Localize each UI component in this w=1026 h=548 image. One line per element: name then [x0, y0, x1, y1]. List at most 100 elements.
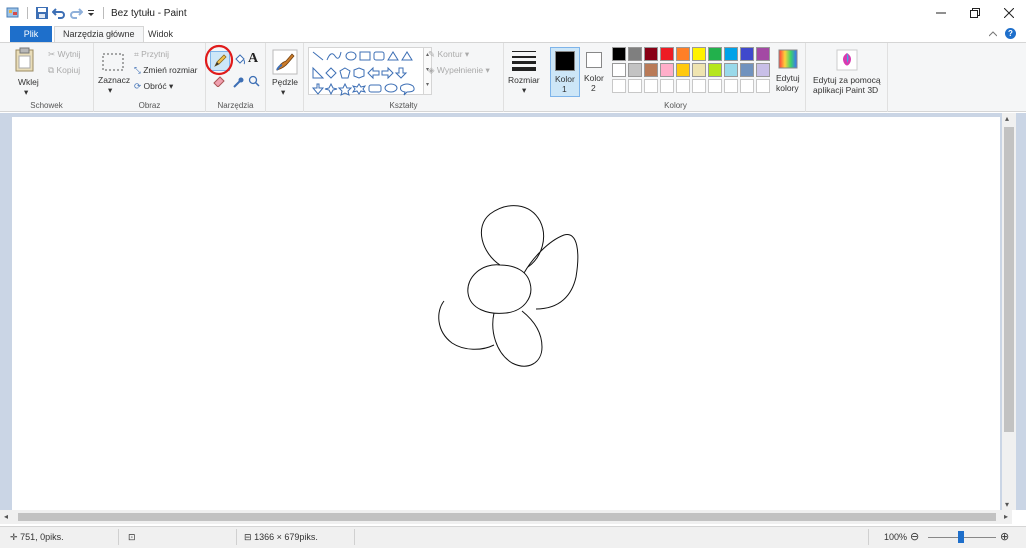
save-icon[interactable]: [35, 6, 49, 20]
custom-color-slot[interactable]: [660, 79, 674, 93]
select-icon: [102, 53, 124, 73]
custom-color-slot[interactable]: [756, 79, 770, 93]
vertical-scroll-thumb[interactable]: [1004, 127, 1014, 432]
tab-view[interactable]: Widok: [140, 26, 181, 42]
palette-swatch[interactable]: [628, 63, 642, 77]
group-colors: Kolor 1 Kolor 2 Edytuj kolory Kolory: [546, 43, 806, 112]
palette-swatch[interactable]: [724, 47, 738, 61]
paint3d-button[interactable]: [836, 49, 858, 73]
fill-button[interactable]: ◈ Wypełnienie ▾: [428, 65, 490, 76]
outline-button[interactable]: ✎ Kontur ▾: [428, 49, 469, 60]
custom-color-slot[interactable]: [612, 79, 626, 93]
scroll-up-icon[interactable]: ▴: [1005, 114, 1009, 123]
custom-color-slot[interactable]: [724, 79, 738, 93]
customize-qat-icon[interactable]: [86, 6, 96, 20]
crop-icon: ⌗: [134, 49, 139, 59]
palette-swatch[interactable]: [660, 47, 674, 61]
tools-group-label: Narzędzia: [217, 101, 254, 110]
palette-swatch[interactable]: [740, 47, 754, 61]
zoom-in-button[interactable]: ⊕: [1000, 530, 1009, 543]
resize-button[interactable]: ⤡ Zmień rozmiar: [134, 65, 198, 76]
scroll-left-icon[interactable]: ◂: [4, 512, 8, 521]
cursor-position-value: 751, 0piks.: [20, 532, 64, 542]
select-button[interactable]: [102, 53, 124, 73]
clipboard-icon: [14, 47, 36, 75]
eraser-icon[interactable]: [212, 75, 226, 89]
size-label: Rozmiar: [508, 75, 540, 85]
brushes-button[interactable]: [272, 49, 298, 77]
scroll-down-icon[interactable]: ▾: [1005, 500, 1009, 509]
drawing-canvas[interactable]: [12, 117, 1000, 510]
custom-color-slot[interactable]: [708, 79, 722, 93]
rotate-button[interactable]: ⟳ Obróć ▾: [134, 81, 173, 92]
minimize-button[interactable]: [924, 0, 958, 26]
palette-swatch[interactable]: [644, 47, 658, 61]
size-button[interactable]: [512, 49, 536, 73]
palette-swatch[interactable]: [612, 47, 626, 61]
colors-group-label: Kolory: [664, 101, 687, 110]
group-brushes[interactable]: Pędzle ▾: [266, 43, 304, 112]
paste-button[interactable]: [14, 47, 36, 75]
paint3d-label-2: aplikacji Paint 3D: [813, 85, 879, 95]
paste-dropdown-icon[interactable]: ▾: [24, 87, 28, 98]
palette-swatch[interactable]: [740, 63, 754, 77]
group-tools: A Narzędzia: [204, 43, 266, 112]
tab-home[interactable]: Narzędzia główne: [54, 26, 144, 42]
palette-swatch[interactable]: [756, 63, 770, 77]
restore-button[interactable]: [958, 0, 992, 26]
palette-swatch[interactable]: [660, 63, 674, 77]
custom-color-slot[interactable]: [692, 79, 706, 93]
help-icon[interactable]: ?: [1005, 28, 1016, 39]
group-paint3d[interactable]: Edytuj za pomocą aplikacji Paint 3D: [806, 43, 888, 112]
palette-swatch[interactable]: [628, 47, 642, 61]
status-bar: ✛ 751, 0piks. ⊡ ⊟ 1366 × 679piks. 100% ⊖…: [0, 526, 1026, 548]
custom-color-slot[interactable]: [644, 79, 658, 93]
zoom-out-button[interactable]: ⊖: [910, 530, 919, 543]
color2-button[interactable]: Kolor 2: [582, 47, 610, 97]
palette-swatch[interactable]: [612, 63, 626, 77]
palette-swatch[interactable]: [756, 47, 770, 61]
custom-color-slot[interactable]: [740, 79, 754, 93]
palette-swatch[interactable]: [692, 47, 706, 61]
size-dropdown-icon[interactable]: ▾: [522, 85, 526, 96]
custom-color-slot[interactable]: [628, 79, 642, 93]
text-tool-button[interactable]: A: [248, 51, 258, 67]
palette-swatch[interactable]: [724, 63, 738, 77]
palette-swatch[interactable]: [692, 63, 706, 77]
paint3d-label-1: Edytuj za pomocą: [813, 75, 881, 85]
paint3d-icon: [836, 49, 858, 73]
palette-swatch[interactable]: [708, 47, 722, 61]
group-clipboard: Wklej ▾ ✂ Wytnij ⧉ Kopiuj Schowek: [0, 43, 94, 112]
magnifier-icon[interactable]: [248, 75, 260, 89]
custom-color-slot[interactable]: [676, 79, 690, 93]
color1-button[interactable]: Kolor 1: [550, 47, 580, 97]
undo-icon[interactable]: [51, 6, 66, 20]
group-size[interactable]: Rozmiar ▾: [504, 43, 546, 112]
redo-icon[interactable]: [69, 6, 84, 20]
palette-swatch[interactable]: [676, 63, 690, 77]
color-wheel-icon: [778, 49, 798, 71]
palette-swatch[interactable]: [708, 63, 722, 77]
image-size-value: 1366 × 679piks.: [254, 532, 318, 542]
minimize-icon: [936, 6, 946, 21]
shapes-gallery[interactable]: [308, 47, 424, 96]
horizontal-scroll-thumb[interactable]: [18, 513, 996, 521]
palette-swatch[interactable]: [644, 63, 658, 77]
scissors-icon: ✂: [48, 49, 56, 59]
copy-button[interactable]: ⧉ Kopiuj: [48, 65, 80, 76]
fill-bucket-icon[interactable]: [234, 53, 246, 69]
select-dropdown-icon[interactable]: ▾: [108, 85, 112, 96]
collapse-ribbon-icon[interactable]: [988, 29, 998, 39]
color-picker-icon[interactable]: [232, 75, 244, 91]
zoom-slider-thumb[interactable]: [958, 531, 964, 543]
horizontal-scrollbar[interactable]: ◂ ▸: [0, 510, 1012, 524]
palette-swatch[interactable]: [676, 47, 690, 61]
vertical-scrollbar[interactable]: ▴ ▾: [1002, 113, 1016, 510]
edit-colors-button[interactable]: [778, 49, 798, 71]
scroll-right-icon[interactable]: ▸: [1004, 512, 1008, 521]
close-button[interactable]: [992, 0, 1026, 26]
cut-button[interactable]: ✂ Wytnij: [48, 49, 81, 60]
brushes-dropdown-icon[interactable]: ▾: [281, 87, 285, 98]
tab-file[interactable]: Plik: [10, 26, 52, 42]
crop-button[interactable]: ⌗ Przytnij: [134, 49, 169, 60]
